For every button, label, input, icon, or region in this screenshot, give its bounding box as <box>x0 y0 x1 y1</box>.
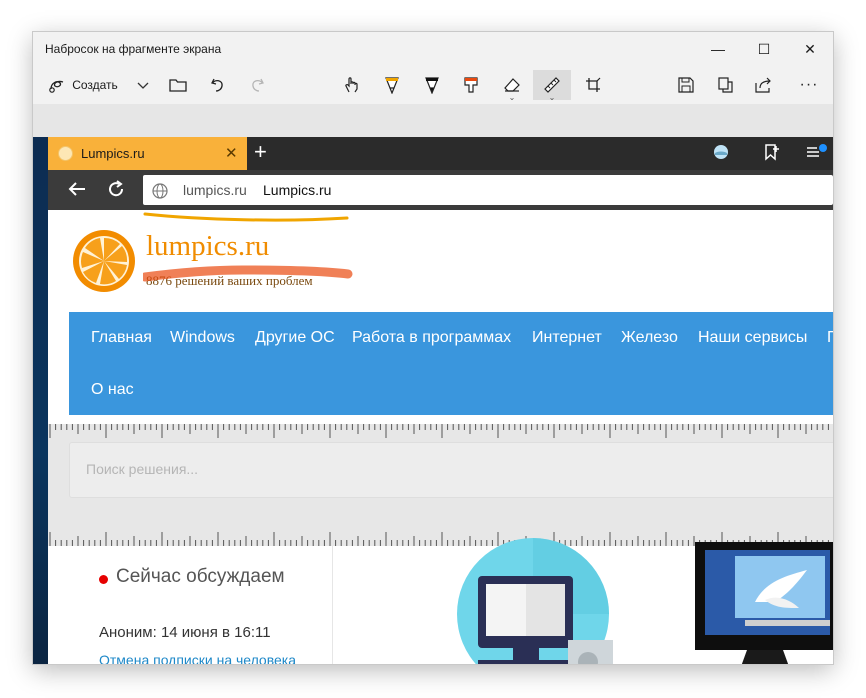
save-icon <box>678 77 694 93</box>
minimize-icon: — <box>711 41 725 57</box>
reload-button[interactable] <box>106 179 126 204</box>
address-bar[interactable]: lumpics.ru Lumpics.ru <box>143 175 833 205</box>
menu-icon[interactable] <box>806 143 828 166</box>
ruler-icon <box>543 76 561 94</box>
comment-author: Аноним: 14 июня в 16:11 <box>99 624 271 641</box>
search-input[interactable]: Поиск решения... <box>69 442 833 498</box>
redo-icon <box>249 77 265 93</box>
favorites-icon[interactable] <box>762 143 780 166</box>
eraser-icon <box>503 77 521 93</box>
snip-icon <box>48 77 66 93</box>
copy-button[interactable] <box>713 70 739 100</box>
close-button[interactable]: ✕ <box>787 32 833 66</box>
snip-sketch-window: Набросок на фрагменте экрана — ☐ ✕ Созда… <box>33 32 833 664</box>
pen-annotation-underline <box>143 212 353 282</box>
crop-icon <box>585 77 601 93</box>
nav-item-internet[interactable]: Интернет <box>532 329 602 347</box>
create-button[interactable]: Создать <box>43 70 123 100</box>
create-dropdown-button[interactable] <box>131 70 155 100</box>
touch-writing-button[interactable] <box>339 70 365 100</box>
monitor-photo-icon[interactable] <box>695 542 833 664</box>
ruler-chevron-icon: ⌄ <box>548 93 556 102</box>
site-main-nav: Главная Windows Другие ОС Работа в прогр… <box>69 312 833 415</box>
title-bar: Набросок на фрагменте экрана — ☐ ✕ <box>33 32 833 66</box>
address-domain: lumpics.ru <box>183 182 247 198</box>
favicon-icon <box>58 146 73 161</box>
discussion-heading: Сейчас обсуждаем <box>116 566 285 587</box>
undo-icon <box>210 77 226 93</box>
maximize-icon: ☐ <box>757 40 771 57</box>
maximize-button[interactable]: ☐ <box>741 32 787 66</box>
copy-icon <box>718 77 734 93</box>
window-title: Набросок на фрагменте экрана <box>45 42 222 56</box>
open-file-button[interactable] <box>166 70 190 100</box>
extension-icon[interactable] <box>712 143 730 166</box>
eraser-chevron-icon: ⌄ <box>508 93 516 102</box>
eraser-button[interactable]: ⌄ <box>498 70 526 102</box>
share-button[interactable] <box>751 70 777 100</box>
save-button[interactable] <box>673 70 699 100</box>
desktop-edge <box>33 137 48 664</box>
folder-icon <box>169 78 187 92</box>
browser-tab[interactable]: Lumpics.ru ✕ <box>48 137 247 170</box>
page-content: Сейчас обсуждаем Аноним: 14 июня в 16:11… <box>48 538 833 664</box>
sidebar: Сейчас обсуждаем Аноним: 14 июня в 16:11… <box>69 546 333 664</box>
pencil-icon <box>424 76 440 94</box>
nav-item-windows[interactable]: Windows <box>170 329 235 347</box>
ruler-top-ticks <box>49 424 829 438</box>
create-label: Создать <box>72 78 118 92</box>
comment-article-link[interactable]: Отмена подписки на человека <box>99 652 296 664</box>
nav-item-hardware[interactable]: Железо <box>621 329 678 347</box>
browser-tab-bar: Lumpics.ru ✕ + <box>48 137 833 170</box>
nav-item-cut[interactable]: Г <box>827 329 833 347</box>
nav-item-home[interactable]: Главная <box>91 329 152 347</box>
crop-button[interactable] <box>580 70 606 100</box>
search-placeholder: Поиск решения... <box>86 461 199 477</box>
browser-nav-bar: lumpics.ru Lumpics.ru <box>48 170 833 210</box>
close-icon: ✕ <box>804 40 816 57</box>
web-page: lumpics.ru 8876 решений ваших проблем Гл… <box>48 210 833 664</box>
site-header: lumpics.ru 8876 решений ваших проблем <box>48 210 833 315</box>
tab-close-icon[interactable]: ✕ <box>225 144 238 162</box>
share-icon <box>755 77 773 93</box>
chevron-down-icon <box>136 80 150 90</box>
nav-item-other-os[interactable]: Другие ОС <box>255 329 335 347</box>
live-dot-icon <box>99 575 108 584</box>
ballpoint-pen-icon <box>384 76 400 94</box>
minimize-button[interactable]: — <box>695 32 741 66</box>
more-button[interactable]: ··· <box>793 70 825 100</box>
orange-logo-icon[interactable] <box>72 229 136 298</box>
undo-button[interactable] <box>206 70 230 100</box>
new-tab-button[interactable]: + <box>254 139 267 165</box>
touch-writing-icon <box>343 76 361 94</box>
ballpoint-pen-button[interactable] <box>379 70 405 100</box>
nav-item-software[interactable]: Работа в программах <box>352 329 511 347</box>
tab-title: Lumpics.ru <box>81 146 145 161</box>
toolbar: Создать ⌄ ⌄ ··· <box>33 66 833 104</box>
more-icon: ··· <box>799 76 819 93</box>
redo-button[interactable] <box>245 70 269 100</box>
address-page-title: Lumpics.ru <box>263 182 332 198</box>
highlighter-icon <box>463 76 479 94</box>
computer-illustration-icon[interactable] <box>448 536 618 664</box>
nav-item-about[interactable]: О нас <box>91 381 134 399</box>
snip-canvas[interactable]: Lumpics.ru ✕ + lumpics.ru Lumpics.ru lum… <box>33 137 833 664</box>
back-button[interactable] <box>67 179 87 204</box>
canvas-top-band <box>33 104 833 137</box>
pencil-button[interactable] <box>419 70 445 100</box>
ruler-button[interactable]: ⌄ <box>533 70 571 102</box>
globe-icon <box>151 182 169 205</box>
highlighter-button[interactable] <box>458 70 484 100</box>
nav-item-services[interactable]: Наши сервисы <box>698 329 807 347</box>
